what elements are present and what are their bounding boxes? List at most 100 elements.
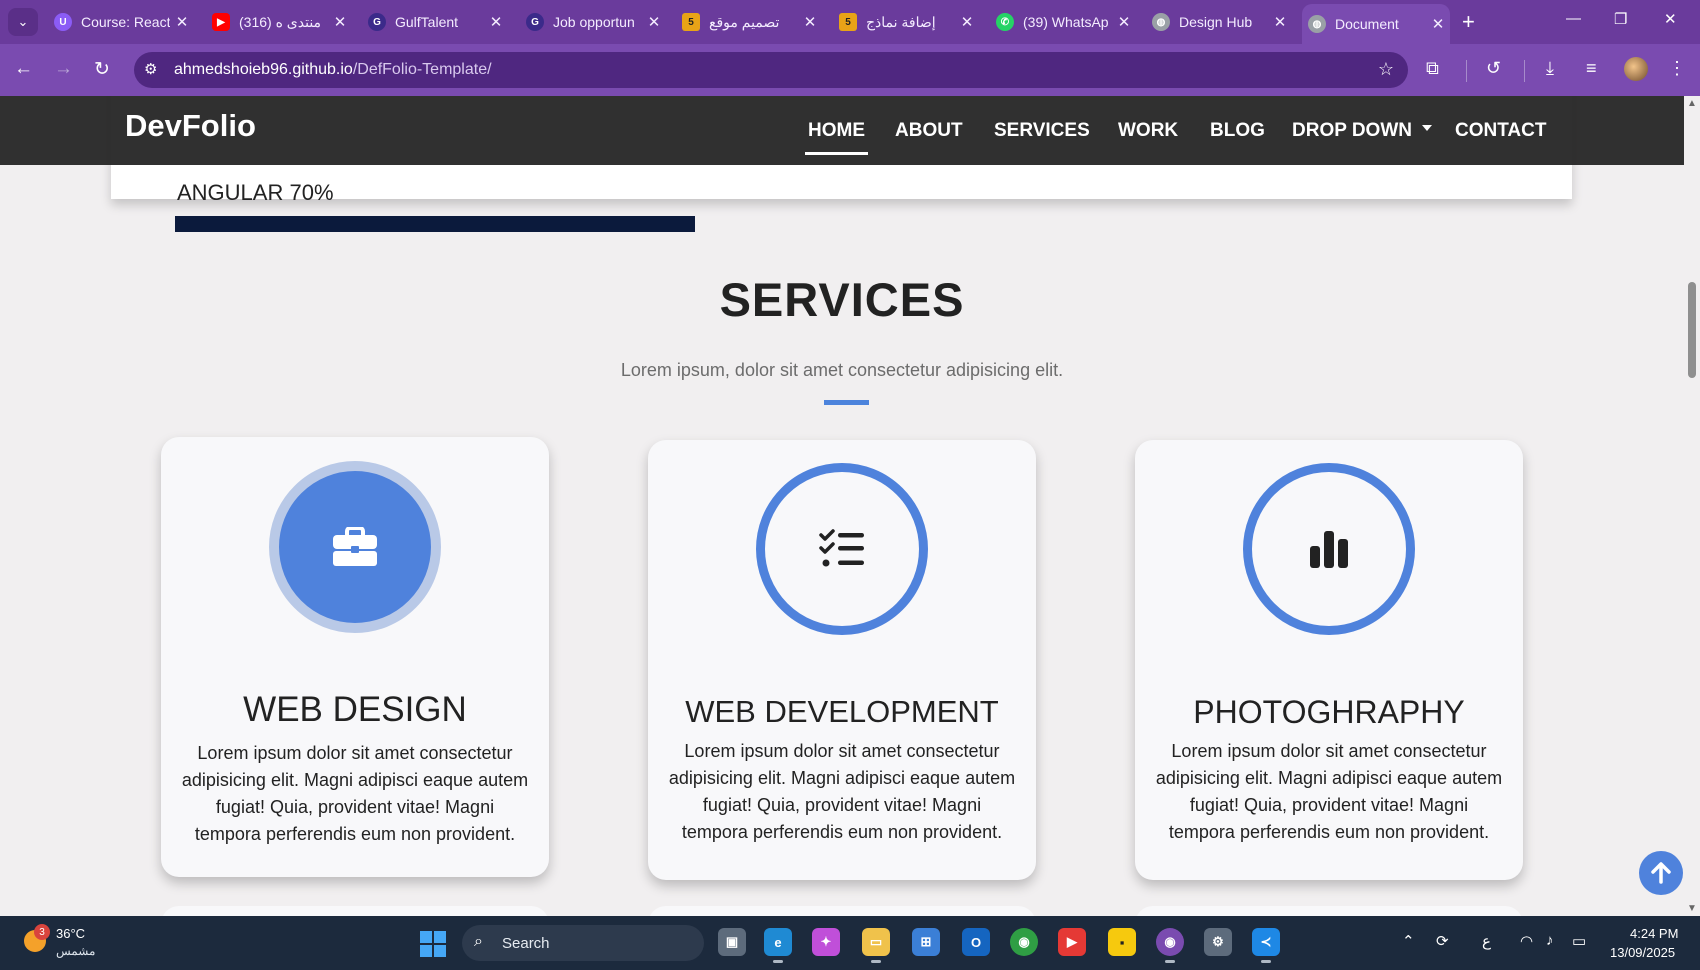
tab-title: (316) منتدى ه	[239, 13, 322, 30]
chevron-up-icon[interactable]: ⌃	[1402, 932, 1415, 950]
chrome-icon[interactable]: ◉	[1010, 928, 1038, 956]
battery-icon[interactable]: ▭	[1572, 932, 1586, 950]
clock-date[interactable]: 13/09/2025	[1610, 945, 1675, 960]
forward-arrow-icon[interactable]: →	[54, 58, 73, 80]
whatsapp-icon: ✆	[996, 13, 1014, 31]
tab-favicon-icon: G	[526, 13, 544, 31]
close-icon[interactable]: ✕	[170, 13, 194, 31]
browser-tab[interactable]: U Course: React ✕	[48, 6, 194, 38]
reload-icon[interactable]: ↻	[94, 58, 110, 81]
browser-tab[interactable]: G GulfTalent ✕	[362, 6, 508, 38]
close-icon[interactable]: ✕	[1268, 13, 1292, 31]
address-bar[interactable]: ⚙ ahmedshoieb96.github.io/DefFolio-Templ…	[134, 52, 1408, 88]
url-text[interactable]: ahmedshoieb96.github.io/DefFolio-Templat…	[174, 61, 492, 79]
bar-chart-icon	[1310, 531, 1348, 568]
profile-avatar[interactable]	[1624, 57, 1648, 81]
nav-services[interactable]: SERVICES	[994, 120, 1090, 142]
youtube-app-icon[interactable]: ▶	[1058, 928, 1086, 956]
nav-dropdown[interactable]: DROP DOWN	[1292, 120, 1432, 142]
browser-tab[interactable]: 5 تصميم موقع ✕	[676, 6, 822, 38]
sync-icon[interactable]: ⟳	[1436, 932, 1449, 950]
tab-title: Course: React	[81, 14, 170, 30]
service-icon-circle	[269, 461, 441, 633]
weather-temperature[interactable]: 36°C	[56, 926, 85, 941]
page-viewport: ANGULAR 70% DevFolio HOME ABOUT SERVICES…	[0, 96, 1684, 916]
service-card[interactable]: WEB DEVELOPMENT Lorem ipsum dolor sit am…	[648, 440, 1036, 880]
service-card[interactable]	[1135, 906, 1523, 916]
briefcase-icon	[333, 527, 377, 566]
close-icon[interactable]: ✕	[1112, 13, 1136, 31]
history-icon[interactable]: ↺	[1486, 58, 1501, 79]
more-menu-icon[interactable]: ⋮	[1668, 58, 1686, 79]
browser-tab[interactable]: ◍ Design Hub ✕	[1146, 6, 1292, 38]
service-description: Lorem ipsum dolor sit amet consectetur a…	[668, 741, 1016, 842]
arrow-up-icon	[1651, 862, 1671, 884]
tab-favicon-icon: G	[368, 13, 386, 31]
window-close-icon[interactable]: ✕	[1664, 10, 1677, 28]
caret-down-icon	[1421, 125, 1432, 131]
task-view-icon[interactable]: ▣	[718, 928, 746, 956]
section-subtitle: Lorem ipsum, dolor sit amet consectetur …	[620, 360, 1064, 380]
bookmark-star-icon[interactable]: ☆	[1378, 59, 1394, 80]
vscode-icon[interactable]: ≺	[1252, 928, 1280, 963]
keyboard-language[interactable]: ع	[1482, 932, 1491, 950]
service-icon-circle	[1243, 463, 1415, 635]
minimize-icon[interactable]: —	[1566, 10, 1581, 27]
copilot-icon[interactable]: ✦	[812, 928, 840, 956]
browser-tab[interactable]: ▶ (316) منتدى ه ✕	[206, 6, 352, 38]
nav-contact[interactable]: CONTACT	[1455, 120, 1546, 142]
close-icon[interactable]: ✕	[955, 13, 979, 31]
weather-description[interactable]: مشمس	[56, 944, 95, 958]
microsoft-store-icon[interactable]: ⊞	[912, 928, 940, 956]
close-icon[interactable]: ✕	[798, 13, 822, 31]
new-tab-button[interactable]: +	[1462, 10, 1475, 34]
close-icon[interactable]: ✕	[484, 13, 508, 31]
scroll-up-icon[interactable]: ▲	[1687, 98, 1697, 109]
browser-tab[interactable]: G Job opportun ✕	[520, 6, 666, 38]
skill-progress-bar	[175, 216, 695, 232]
windows-start-icon[interactable]	[420, 931, 446, 957]
close-icon[interactable]: ✕	[1426, 15, 1450, 33]
service-card[interactable]	[161, 906, 549, 916]
tab-search-button[interactable]: ⌄	[8, 8, 38, 36]
extensions-icon[interactable]: ⧉	[1426, 58, 1439, 79]
tab-favicon-icon: 5	[839, 13, 857, 31]
close-icon[interactable]: ✕	[328, 13, 352, 31]
search-label: Search	[502, 935, 550, 952]
service-card[interactable]	[648, 906, 1036, 916]
close-icon[interactable]: ✕	[642, 13, 666, 31]
file-explorer-icon[interactable]: ▭	[862, 928, 890, 963]
tab-title: GulfTalent	[395, 14, 459, 30]
settings-gear-icon[interactable]: ⚙	[1204, 928, 1232, 956]
restore-icon[interactable]: ❐	[1614, 10, 1627, 28]
nav-work[interactable]: WORK	[1118, 120, 1178, 142]
download-icon[interactable]: ⤓	[1546, 58, 1554, 79]
page-scrollbar[interactable]: ▲ ▼	[1684, 96, 1700, 916]
browser-tab[interactable]: 5 إضافة نماذج ✕	[833, 6, 979, 38]
media-control-icon[interactable]: ≡	[1586, 58, 1597, 79]
browser-tab-active[interactable]: ◍ Document ✕	[1302, 4, 1450, 44]
nav-home[interactable]: HOME	[805, 120, 868, 155]
back-to-top-button[interactable]	[1639, 851, 1683, 895]
site-info-icon[interactable]: ⚙	[144, 60, 157, 78]
service-card[interactable]: WEB DESIGN Lorem ipsum dolor sit amet co…	[161, 437, 549, 877]
back-arrow-icon[interactable]: ←	[14, 58, 33, 80]
clock-time[interactable]: 4:24 PM	[1630, 926, 1678, 941]
search-icon: ⌕	[474, 933, 483, 950]
site-brand-logo[interactable]: DevFolio	[125, 108, 256, 144]
tab-title: Job opportun	[553, 14, 635, 30]
scrollbar-thumb[interactable]	[1688, 282, 1696, 378]
volume-icon[interactable]: ♪	[1546, 932, 1554, 949]
outlook-icon[interactable]: O	[962, 928, 990, 956]
browser-tab-strip: ⌄ U Course: React ✕ ▶ (316) منتدى ه ✕ G …	[0, 0, 1700, 44]
service-card[interactable]: PHOTOGHRAPHY Lorem ipsum dolor sit amet …	[1135, 440, 1523, 880]
taskbar-search[interactable]: ⌕ Search	[462, 925, 704, 961]
sticky-notes-icon[interactable]: ▪	[1108, 928, 1136, 956]
scroll-down-icon[interactable]: ▼	[1687, 903, 1697, 914]
chrome-profile-icon[interactable]: ◉	[1156, 928, 1184, 963]
nav-about[interactable]: ABOUT	[895, 120, 963, 142]
edge-icon[interactable]: e	[764, 928, 792, 963]
nav-blog[interactable]: BLOG	[1210, 120, 1265, 142]
wifi-icon[interactable]: ◠	[1520, 932, 1533, 950]
browser-tab[interactable]: ✆ (39) WhatsAp ✕	[990, 6, 1136, 38]
